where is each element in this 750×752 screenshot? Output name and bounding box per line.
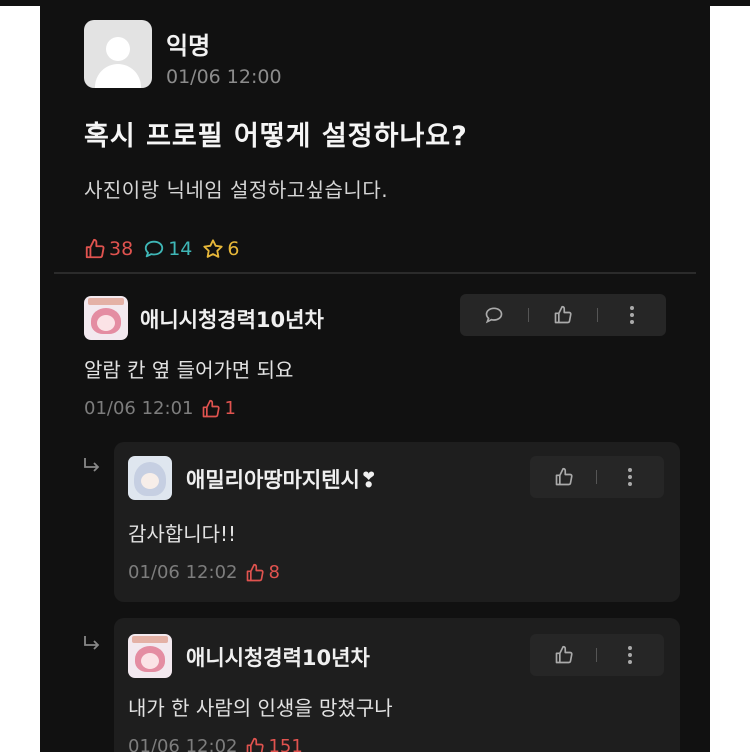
comment-likes: 1 [201,398,236,419]
action-separator [596,308,598,322]
reply-author: 애니시청경력10년차 [186,646,370,670]
reply-text: 내가 한 사람의 인생을 망쳤구나 [128,696,393,720]
divider [54,272,696,274]
post-timestamp: 01/06 12:00 [166,66,282,88]
thumbs-up-icon [84,238,106,260]
action-separator [528,308,530,322]
reply-like-count: 8 [268,562,280,583]
more-button[interactable] [615,462,645,492]
avatar-head-shape [106,37,130,61]
more-vertical-icon [628,646,633,664]
more-button[interactable] [617,300,647,330]
reply-arrow-icon [84,458,100,472]
reply-likes: 8 [245,562,280,583]
avatar-tag-shape [88,298,124,305]
like-button[interactable] [549,462,579,492]
author-name: 익명 [166,32,211,60]
like-button[interactable] [548,300,578,330]
reply-time: 01/06 12:02 [128,562,238,583]
post-panel: 익명 01/06 12:00 혹시 프로필 어떻게 설정하나요? 사진이랑 닉네… [40,4,710,752]
comment-time: 01/06 12:01 [84,398,194,419]
avatar-face-shape [141,473,159,489]
avatar-face-shape [141,653,159,669]
star-icon [202,238,224,260]
post-body: 사진이랑 닉네임 설정하고싶습니다. [84,178,389,202]
reply-time: 01/06 12:02 [128,736,238,752]
reply-likes: 151 [245,736,303,752]
action-separator [596,470,598,484]
comment-stat: 14 [143,238,192,260]
reply-avatar[interactable] [128,456,172,500]
comment-author: 애니시청경력10년차 [140,308,324,332]
avatar-face-shape [97,315,115,331]
reply-actions [530,634,664,676]
comment-text: 알람 칸 옆 들어가면 되요 [84,358,294,382]
reply-meta: 01/06 12:02 8 [128,562,280,583]
reply-button[interactable] [479,300,509,330]
reply-like-count: 151 [268,736,303,752]
scrap-count: 6 [227,238,240,260]
thumbs-up-icon [203,399,221,417]
thumbs-up-icon [247,737,265,752]
scrap-stat[interactable]: 6 [202,238,239,260]
reply-card: 애밀리아땅마지텐시❣ 감사합니다!! 01/06 12:02 8 [114,442,680,602]
speech-bubble-icon [143,238,165,260]
comment-actions [460,294,666,336]
avatar-body-shape [95,64,141,88]
like-stat[interactable]: 38 [84,238,133,260]
speech-bubble-icon [486,307,503,324]
author-avatar[interactable] [84,20,152,88]
thumbs-up-icon [555,467,573,486]
thumbs-up-icon [554,305,572,324]
action-separator [596,648,598,662]
thumbs-up-icon [555,645,573,664]
post-stats: 38 14 6 [84,236,239,262]
more-vertical-icon [628,468,633,486]
avatar-tag-shape [132,636,168,643]
thumbs-up-icon [247,563,265,581]
more-button[interactable] [615,640,645,670]
comment-count: 14 [168,238,193,260]
comment-avatar[interactable] [84,296,128,340]
comment-meta: 01/06 12:01 1 [84,398,236,419]
reply-author: 애밀리아땅마지텐시❣ [186,468,378,492]
post-title: 혹시 프로필 어떻게 설정하나요? [84,121,468,152]
like-count: 38 [109,238,134,260]
reply-avatar[interactable] [128,634,172,678]
reply-meta: 01/06 12:02 151 [128,736,303,752]
reply-arrow-icon [84,636,100,650]
like-button[interactable] [549,640,579,670]
reply-card: 애니시청경력10년차 내가 한 사람의 인생을 망쳤구나 01/06 12:02… [114,618,680,752]
comment-like-count: 1 [224,398,236,419]
more-vertical-icon [629,306,634,324]
reply-actions [530,456,664,498]
reply-text: 감사합니다!! [128,522,237,546]
